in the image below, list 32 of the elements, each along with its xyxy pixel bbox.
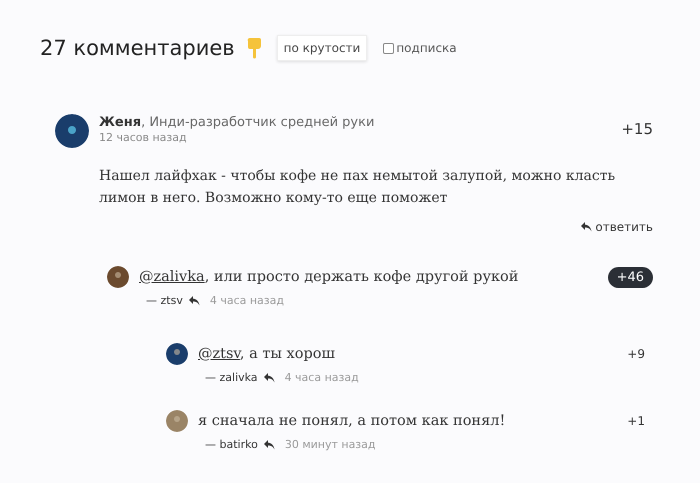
comment-time: 30 минут назад [284, 438, 376, 451]
author-name[interactable]: Женя [99, 115, 142, 130]
subscribe-label[interactable]: подписка [396, 41, 457, 55]
comment-time: 12 часов назад [99, 131, 188, 144]
mention-link[interactable]: @ztsv [198, 346, 240, 362]
reply-icon[interactable] [264, 372, 275, 382]
comment-text: @zalivka, или просто держать кофе другой рукой [139, 268, 520, 287]
comments-title: 27 комментариев [40, 36, 235, 60]
reply-icon[interactable] [264, 440, 275, 450]
author-name[interactable]: — zalivka [205, 371, 258, 384]
avatar[interactable] [107, 266, 129, 288]
comment-text: @ztsv, а ты хорош [198, 345, 336, 364]
comment-score: +9 [627, 347, 645, 361]
reply-icon[interactable] [188, 296, 200, 306]
comment-time: 4 часа назад [210, 294, 284, 307]
author-role: , Инди-разработчик средней руки [141, 115, 374, 130]
reply-link[interactable]: ответить [581, 220, 653, 234]
comment-score: +15 [621, 120, 653, 138]
comment-time: 4 часа назад [284, 371, 359, 384]
author-name[interactable]: — ztsv [146, 294, 183, 307]
mention-link[interactable]: @zalivka [139, 269, 205, 285]
author-name[interactable]: — batirko [205, 438, 258, 451]
reply-icon [581, 222, 592, 232]
pointing-hand-icon [246, 37, 263, 59]
comment-score: +1 [627, 414, 645, 428]
comment-text: Нашел лайфхак - чтобы кофе не пах немытой залупой, можно класть лимон в него. Возможно кому-то еще поможет [99, 167, 616, 208]
avatar[interactable] [166, 343, 188, 365]
sort-button[interactable]: по крутости [276, 35, 368, 61]
comment-score: +46 [608, 266, 653, 288]
comment-text: я сначала не понял, а потом как понял! [198, 412, 506, 431]
avatar[interactable] [55, 114, 89, 148]
subscribe-checkbox[interactable] [383, 42, 394, 54]
